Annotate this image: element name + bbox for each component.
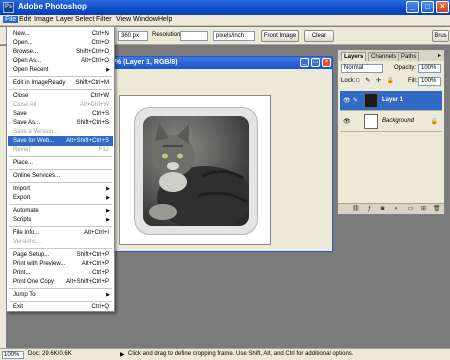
submenu-arrow-icon: ▶ [106,292,110,298]
menu-item-revert[interactable]: Revert F12 [8,145,113,155]
status-arrow-icon[interactable]: ▶ [120,351,125,358]
rounded-frame [134,107,258,235]
blend-mode-select[interactable]: Normal [341,64,383,73]
status-bar: 100% Doc: 29.6K/0.6K ▶ Click and drag to… [0,348,450,360]
resolution-field[interactable] [180,31,208,41]
layer-thumbnail [364,114,378,129]
opacity-label: Opacity: [394,65,417,71]
eye-icon[interactable]: 👁 [343,118,351,125]
fill-label: Fill: [408,78,418,84]
menu-separator [9,169,112,170]
layer-name: Background [382,118,415,124]
menu-separator [9,182,112,183]
layer-row-layer-1[interactable]: 👁 ✎ Layer 1 [340,91,442,111]
menu-item-export[interactable]: Export ▶ [8,193,113,203]
resolution-label: Resolution: [152,32,183,38]
lock-label: Lock: [341,78,356,84]
menu-file[interactable]: File [3,16,19,23]
menu-separator [9,226,112,227]
tab-paths[interactable]: Paths [398,52,420,61]
palette-bottom-bar: ⛓ ƒ ◙ ◐ ▭ ⊞ 🗑 [338,203,444,214]
doc-minimize-button[interactable]: _ [300,58,309,67]
document-window: % (Layer 1, RGB/8) _ □ × [108,56,333,252]
menu-separator [9,288,112,289]
palette-menu-icon[interactable]: ▸ [438,52,441,59]
menu-help[interactable]: Help [156,16,174,23]
layer-row-background[interactable]: 👁 Background 🔒 [340,112,442,132]
adjustment-layer-icon[interactable]: ◐ [393,206,400,213]
cat-photo [143,116,249,226]
new-layer-icon[interactable]: ⊞ [420,206,427,213]
height-field[interactable]: 360 px [118,31,148,41]
title-bar: Ps Adobe Photoshop _ □ × [0,0,450,15]
clear-button[interactable]: Clear [304,30,334,42]
photoshop-app-icon: Ps [3,2,14,13]
menu-item-jump-to[interactable]: Jump To ▶ [8,290,113,300]
window-title: Adobe Photoshop [18,2,87,11]
maximize-button[interactable]: □ [421,1,434,13]
menu-item-edit-in-imageready[interactable]: Edit in ImageReady Shift+Ctrl+M [8,78,113,88]
doc-close-button[interactable]: × [322,58,331,67]
submenu-arrow-icon: ▶ [106,195,110,201]
brush-icon: ✎ [353,98,359,104]
tab-channels[interactable]: Channels [368,52,400,61]
close-button[interactable]: × [436,1,449,13]
menu-item-scripts[interactable]: Scripts ▶ [8,215,113,225]
trash-icon[interactable]: 🗑 [433,206,441,213]
cat-image [143,116,249,226]
doc-size: Doc: 29.6K/0.6K [28,351,72,357]
file-menu-dropdown: New... Ctrl+N Open... Ctrl+O Browse... Shif… [6,26,115,312]
menu-separator [9,204,112,205]
menu-select[interactable]: Select [73,16,96,23]
menu-image[interactable]: Image [32,16,55,23]
resolution-unit-select[interactable]: pixels/inch [213,31,255,41]
document-title: % (Layer 1, RGB/8) [109,57,332,69]
lock-icon: 🔒 [430,119,438,125]
layer-style-icon[interactable]: ƒ [366,206,373,213]
menu-separator [9,156,112,157]
menu-separator [9,89,112,90]
tab-layers[interactable]: Layers [341,52,367,61]
menu-separator [9,248,112,249]
minimize-button[interactable]: _ [406,1,419,13]
link-layers-icon[interactable]: ⛓ [352,206,360,213]
menu-item-print-one-copy[interactable]: Print One Copy Alt+Shift+Ctrl+P [8,277,113,287]
menu-edit[interactable]: Edit [17,16,33,23]
menu-item-versions[interactable]: Versions... [8,237,113,247]
layers-palette: Layers Channels Paths ▸ Normal Opacity: … [337,49,445,215]
front-image-button[interactable]: Front Image [261,30,299,42]
menu-filter[interactable]: Filter [94,16,114,23]
status-hint: Click and drag to define cropping frame.… [128,351,354,357]
image-canvas[interactable] [119,95,271,245]
brushes-tab[interactable]: Brus [432,30,449,42]
menu-bar: File Edit Image Layer Select Filter View… [0,15,450,26]
menu-item-open-recent[interactable]: Open Recent ▶ [8,65,113,75]
menu-separator [9,76,112,77]
layer-name: Layer 1 [382,97,404,103]
eye-icon[interactable]: 👁 [343,97,351,104]
layer-thumbnail [364,93,378,108]
opacity-field[interactable]: 100% [418,64,441,73]
doc-maximize-button[interactable]: □ [311,58,320,67]
new-group-icon[interactable]: ▭ [407,206,414,213]
zoom-field[interactable]: 100% [2,351,24,359]
palette-tabs: Layers Channels Paths ▸ [338,50,444,61]
menu-item-exit[interactable]: Exit Ctrl+Q [8,302,113,312]
layer-mask-icon[interactable]: ◙ [379,206,386,213]
submenu-arrow-icon: ▶ [106,67,110,73]
menu-item-online-services[interactable]: Online Services... [8,171,113,181]
submenu-arrow-icon: ▶ [106,217,110,223]
lock-options-icon[interactable]: □ ✎ ✛ 🔒 [356,77,396,84]
menu-item-place[interactable]: Place... [8,158,113,168]
fill-field[interactable]: 100% [418,77,441,86]
